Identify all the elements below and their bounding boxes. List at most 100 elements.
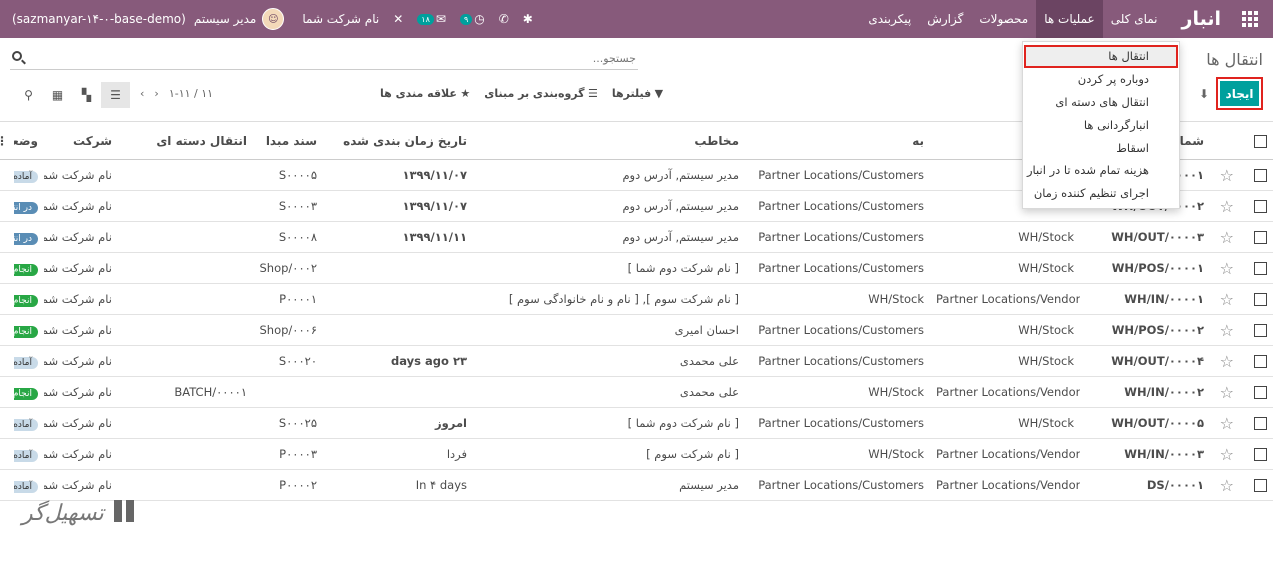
menu-operations[interactable]: عملیات ها (1036, 0, 1103, 38)
table-row[interactable]: ☆ WH/IN/۰۰۰۰۳ Partner Locations/Vendors WH/… (0, 438, 1273, 470)
cell-company: نام شرکت شما (44, 159, 118, 191)
download-icon[interactable]: ⬇ (1199, 87, 1209, 101)
table-row[interactable]: ☆ DS/۰۰۰۰۱ Partner Locations/Vendors Partne… (0, 469, 1273, 501)
row-checkbox[interactable] (1240, 314, 1273, 346)
row-checkbox[interactable] (1240, 190, 1273, 222)
top-navbar: انبار نمای کلی عملیات ها محصولات گزارش پ… (0, 0, 1273, 38)
col-to[interactable]: به (745, 121, 930, 160)
list-view-icon[interactable]: ☰ (101, 82, 130, 108)
dropdown-item-run-scheduler[interactable]: اجرای تنظیم کننده زمان (1023, 182, 1179, 205)
user-name: مدیر سیستم (193, 12, 257, 26)
close-icon[interactable]: ✕ (393, 12, 403, 26)
cell-contact: [ نام شرکت دوم شما ] (473, 252, 745, 284)
search-icon[interactable] (12, 51, 22, 61)
cell-batch-transfer (118, 190, 253, 222)
favorites-button[interactable]: ★ علاقه مندی ها (380, 87, 470, 100)
cell-batch-transfer: BATCH/۰۰۰۰۱ (118, 376, 253, 408)
table-row[interactable]: ☆ WH/IN/۰۰۰۰۲ Partner Locations/Vendors WH/… (0, 376, 1273, 408)
star-icon[interactable]: ☆ (1210, 407, 1240, 439)
menu-reporting[interactable]: گزارش (919, 0, 971, 38)
row-checkbox[interactable] (1240, 159, 1273, 191)
database-name[interactable]: (sazmanyar-۱۴-۰-base-demo) (0, 12, 186, 26)
calendar-view-icon[interactable]: ▦ (43, 82, 72, 108)
cell-scheduled-date: امروز (323, 407, 473, 439)
kanban-view-icon[interactable]: ▚ (72, 82, 101, 108)
table-row[interactable]: ☆ WH/OUT/۰۰۰۰۳ WH/Stock Partner Locations/C… (0, 221, 1273, 253)
pager-next-icon[interactable]: › (154, 87, 158, 100)
cell-reference: DS/۰۰۰۰۱ (1080, 469, 1210, 501)
cell-source-document: S۰۰۰۲۵ (253, 407, 323, 439)
star-icon[interactable]: ☆ (1210, 314, 1240, 346)
bug-icon[interactable]: ✱ (523, 12, 533, 26)
dropdown-item-batch-transfers[interactable]: انتقال های دسته ای (1023, 91, 1179, 114)
star-icon[interactable]: ☆ (1210, 159, 1240, 191)
cell-company: نام شرکت شما (44, 314, 118, 346)
status-badge: انجام شده (14, 263, 38, 276)
dropdown-item-scrap[interactable]: اسقاط (1023, 136, 1179, 159)
cell-source-document: P۰۰۰۰۱ (253, 283, 323, 315)
col-company[interactable]: شرکت (44, 121, 118, 160)
table-row[interactable]: ☆ WH/OUT/۰۰۰۰۴ WH/Stock Partner Locations/C… (0, 345, 1273, 377)
row-checkbox[interactable] (1240, 345, 1273, 377)
dropdown-item-transfers[interactable]: انتقال ها (1024, 45, 1178, 68)
table-row[interactable]: ☆ WH/IN/۰۰۰۰۱ Partner Locations/Vendors WH/… (0, 283, 1273, 315)
cell-from: Partner Locations/Vendors (930, 376, 1080, 408)
col-status[interactable]: وضعیت (14, 121, 44, 160)
cell-batch-transfer (118, 314, 253, 346)
star-icon[interactable]: ☆ (1210, 252, 1240, 284)
company-switcher[interactable]: نام شرکت شما (302, 12, 379, 26)
menu-configuration[interactable]: پیکربندی (860, 0, 919, 38)
star-icon[interactable]: ☆ (1210, 438, 1240, 470)
map-view-icon[interactable]: ⚲ (14, 82, 43, 108)
status-badge: آماده (14, 418, 38, 431)
table-row[interactable]: ☆ WH/POS/۰۰۰۰۲ WH/Stock Partner Locations/C… (0, 314, 1273, 346)
dropdown-item-landed-costs[interactable]: هزینه تمام شده تا در انبار (1023, 159, 1179, 182)
apps-menu-button[interactable] (1227, 0, 1273, 38)
optional-columns-icon[interactable]: ⋮ (0, 121, 14, 160)
cell-company: نام شرکت شما (44, 221, 118, 253)
row-checkbox[interactable] (1240, 252, 1273, 284)
groupby-button[interactable]: ☰ گروه‌بندی بر مبنای (484, 87, 598, 100)
cell-contact: [ نام شرکت سوم ] (473, 438, 745, 470)
activities-button[interactable]: ۹ ◷ (459, 12, 485, 26)
star-icon[interactable]: ☆ (1210, 376, 1240, 408)
filters-button[interactable]: ▼ فیلترها (612, 87, 663, 100)
col-contact[interactable]: مخاطب (473, 121, 745, 160)
pager-prev-icon[interactable]: ‹ (140, 87, 144, 100)
col-scheduled-date[interactable]: تاریخ زمان بندی شده (323, 121, 473, 160)
cell-contact: [ نام شرکت سوم ], [ نام و نام خانوادگی س… (473, 283, 745, 315)
status-badge: آماده (14, 356, 38, 369)
favorites-label: علاقه مندی ها (380, 87, 457, 100)
row-checkbox[interactable] (1240, 438, 1273, 470)
menu-overview[interactable]: نمای کلی (1103, 0, 1166, 38)
dropdown-item-replenishment[interactable]: دوباره پر کردن (1023, 68, 1179, 91)
cell-scheduled-date: ۱۳۹۹/۱۱/۰۷ (323, 159, 473, 191)
pager-value[interactable]: ۱-۱۱ / ۱۱ (169, 87, 213, 100)
menu-products[interactable]: محصولات (971, 0, 1036, 38)
user-menu[interactable]: مدیر سیستم ☺ (194, 8, 285, 30)
col-batch-transfer[interactable]: انتقال دسته ای (118, 121, 253, 160)
create-button[interactable]: ایجاد (1220, 81, 1259, 106)
star-icon[interactable]: ☆ (1210, 221, 1240, 253)
star-icon[interactable]: ☆ (1210, 283, 1240, 315)
status-badge: آماده (14, 449, 38, 462)
star-icon[interactable]: ☆ (1210, 469, 1240, 501)
row-checkbox[interactable] (1240, 221, 1273, 253)
select-all-checkbox[interactable] (1240, 121, 1273, 160)
dropdown-item-inventory-adjustments[interactable]: انبارگردانی ها (1023, 113, 1179, 136)
messages-button[interactable]: ۱۸ ✉ (417, 12, 446, 26)
star-icon[interactable]: ☆ (1210, 345, 1240, 377)
table-row[interactable]: ☆ WH/POS/۰۰۰۰۱ WH/Stock Partner Locations/C… (0, 252, 1273, 284)
operations-dropdown: انتقال ها دوباره پر کردن انتقال های دسته… (1022, 41, 1180, 209)
cell-source-document: S۰۰۰۰۵ (253, 159, 323, 191)
row-checkbox[interactable] (1240, 283, 1273, 315)
search-input[interactable] (10, 48, 638, 68)
app-brand[interactable]: انبار (1166, 8, 1227, 30)
row-checkbox[interactable] (1240, 407, 1273, 439)
col-source-document[interactable]: سند مبدا (253, 121, 323, 160)
row-checkbox[interactable] (1240, 469, 1273, 501)
table-row[interactable]: ☆ WH/OUT/۰۰۰۰۵ WH/Stock Partner Locations/C… (0, 407, 1273, 439)
row-checkbox[interactable] (1240, 376, 1273, 408)
star-icon[interactable]: ☆ (1210, 190, 1240, 222)
phone-icon[interactable]: ✆ (499, 12, 509, 26)
